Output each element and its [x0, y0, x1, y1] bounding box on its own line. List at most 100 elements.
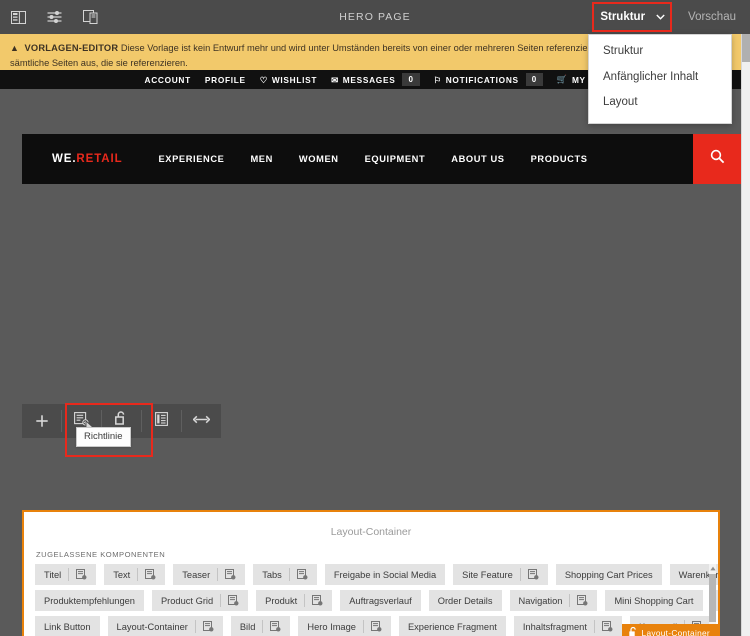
component-chip[interactable]: Produkt [256, 590, 333, 611]
chip-config-icon[interactable] [228, 595, 239, 606]
component-chip[interactable]: Experience Fragment [398, 616, 506, 636]
component-chip[interactable]: Bild [230, 616, 291, 636]
chip-config-icon[interactable] [370, 621, 382, 632]
chip-divider [194, 620, 196, 633]
component-chip[interactable]: Shopping Cart Prices [555, 564, 662, 585]
acct-item-messages[interactable]: ✉ MESSAGES 0 [331, 73, 420, 86]
scrollbar-thumb[interactable] [709, 574, 716, 622]
chevron-down-icon [656, 11, 665, 23]
search-icon [710, 149, 725, 169]
chip-config-icon[interactable] [312, 595, 323, 606]
chip-divider [593, 620, 595, 633]
chip-config-icon[interactable] [202, 621, 214, 632]
mode-selector-label: Struktur [600, 11, 646, 23]
component-chip[interactable]: Freigabe in Social Media [324, 564, 446, 585]
acct-item-notifications[interactable]: ⚐ NOTIFICATIONS 0 [434, 73, 543, 86]
component-chip-row: Titel Text Teaser Tabs Freigabe in Socia… [35, 564, 718, 585]
emulator-devices-icon[interactable] [72, 0, 108, 34]
component-chip[interactable]: Produktempfehlungen [35, 590, 144, 611]
chip-config-icon[interactable] [577, 595, 588, 606]
component-chip[interactable]: Link Button [35, 616, 100, 636]
mode-selector[interactable]: Struktur [586, 6, 679, 28]
layout-container-badge: Layout-Container [621, 624, 718, 636]
warning-triangle-icon: ▲ [10, 43, 19, 53]
chip-config-icon[interactable] [527, 569, 539, 580]
banner-text-line2: sämtliche Seiten aus, die sie referenzie… [10, 58, 188, 69]
nav-item-men[interactable]: MEN [250, 154, 272, 164]
chip-config-icon[interactable] [296, 569, 308, 580]
preview-button[interactable]: Vorschau [684, 11, 750, 23]
chip-config-icon[interactable] [76, 569, 87, 580]
envelope-icon: ✉ [331, 74, 339, 85]
side-panel-toggle-icon[interactable] [0, 0, 36, 34]
nav-item-equipment[interactable]: EQUIPMENT [365, 154, 426, 164]
template-editor-screen: HERO PAGE Struktur Vorschau Struktur Anf… [0, 0, 750, 636]
search-button[interactable] [693, 134, 741, 184]
acct-item-profile[interactable]: PROFILE [205, 75, 246, 85]
acct-item-account[interactable]: ACCOUNT [145, 75, 191, 85]
chip-divider [362, 620, 364, 633]
component-chip[interactable]: Inhaltsfragment [513, 616, 622, 636]
component-chip[interactable]: Layout-Container [107, 616, 223, 636]
cart-icon: 🛒 [556, 74, 568, 84]
nav-item-women[interactable]: WOMEN [299, 154, 339, 164]
add-component-button[interactable] [22, 404, 61, 438]
acct-item-wishlist[interactable]: ♡ WISHLIST [260, 75, 317, 85]
component-chip-row: Link Button Layout-Container Bild Hero I… [35, 616, 713, 636]
banner-text-line1: Diese Vorlage ist kein Entwurf mehr und … [120, 43, 627, 53]
component-chip[interactable]: Tabs [253, 564, 317, 585]
site-main-nav: EXPERIENCE MEN WOMEN EQUIPMENT ABOUT US … [159, 154, 588, 164]
resize-button[interactable] [182, 404, 221, 438]
chip-config-icon[interactable] [145, 569, 156, 580]
component-chip[interactable]: Titel [35, 564, 97, 585]
flag-icon: ⚐ [433, 74, 442, 85]
page-scrollbar-thumb[interactable] [742, 34, 750, 62]
component-chip-row: Produktempfehlungen Product Grid Produkt… [35, 590, 718, 611]
component-chip[interactable]: Site Feature [453, 564, 548, 585]
site-header: WE.RETAIL EXPERIENCE MEN WOMEN EQUIPMENT… [22, 134, 741, 184]
allowed-components-list: Titel Text Teaser Tabs Freigabe in Socia… [24, 564, 718, 636]
chip-divider [304, 594, 306, 607]
chip-config-icon[interactable] [601, 621, 613, 632]
horizontal-resize-icon [192, 412, 211, 430]
chip-config-icon[interactable] [225, 569, 236, 580]
layout-container-panel[interactable]: Layout-Container ZUGELASSENE KOMPONENTEN… [22, 510, 720, 636]
banner-title: VORLAGEN-EDITOR [24, 43, 119, 53]
chip-divider [262, 620, 264, 633]
page-scrollbar[interactable] [741, 34, 750, 636]
chip-divider [68, 568, 70, 581]
policy-tooltip: Richtlinie [76, 427, 131, 447]
component-chip[interactable]: Navigation [509, 590, 598, 611]
chip-divider [569, 594, 571, 607]
nav-item-about-us[interactable]: ABOUT US [451, 154, 504, 164]
page-canvas: ACCOUNT PROFILE ♡ WISHLIST ✉ MESSAGES 0 … [0, 70, 741, 636]
top-toolbar: HERO PAGE Struktur Vorschau [0, 0, 750, 34]
topbar-right-actions: Struktur Vorschau [586, 0, 750, 34]
nav-item-experience[interactable]: EXPERIENCE [159, 154, 225, 164]
component-chip[interactable]: Order Details [428, 590, 502, 611]
scroll-up-arrow-icon[interactable] [709, 564, 716, 573]
site-logo[interactable]: WE.RETAIL [52, 153, 123, 165]
chip-divider [288, 568, 290, 581]
unlock-padlock-icon [628, 626, 637, 636]
badge-label: Layout-Container [641, 628, 710, 636]
component-chip[interactable]: Auftragsverlauf [340, 590, 421, 611]
heart-icon: ♡ [259, 74, 268, 85]
dropdown-option-anfaenglicher-inhalt[interactable]: Anfänglicher Inhalt [589, 65, 731, 91]
notifications-count-badge: 0 [525, 73, 543, 86]
chip-divider [220, 594, 222, 607]
page-properties-icon[interactable] [36, 0, 72, 34]
chip-config-icon[interactable] [270, 621, 281, 632]
nav-item-products[interactable]: PRODUCTS [531, 154, 588, 164]
chip-divider [137, 568, 139, 581]
dropdown-option-struktur[interactable]: Struktur [589, 39, 731, 65]
component-chip[interactable]: Mini Shopping Cart [605, 590, 703, 611]
allowed-components-label: ZUGELASSENE KOMPONENTEN [36, 550, 166, 559]
component-chip[interactable]: Hero Image [298, 616, 391, 636]
layout-list-button[interactable] [142, 404, 181, 438]
component-chip[interactable]: Teaser [173, 564, 246, 585]
component-chip[interactable]: Product Grid [151, 590, 249, 611]
component-chip[interactable]: Text [104, 564, 166, 585]
messages-count-badge: 0 [402, 73, 420, 86]
dropdown-option-layout[interactable]: Layout [589, 90, 731, 116]
